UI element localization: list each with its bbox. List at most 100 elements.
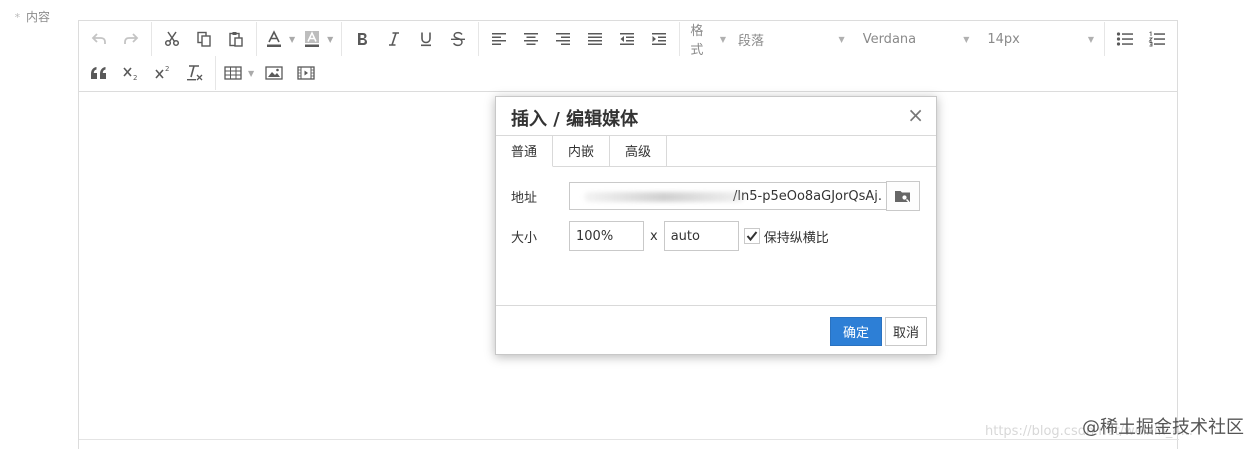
checkmark-icon: [746, 231, 757, 242]
align-right-button[interactable]: [547, 24, 579, 54]
dialog-title: 插入 / 编辑媒体: [511, 109, 639, 130]
required-mark: *: [14, 11, 21, 24]
size-separator: x: [650, 228, 658, 244]
subscript-icon: 2: [123, 67, 137, 81]
watermark-brand: @稀土掘金技术社区: [1082, 417, 1244, 438]
clear-format-icon: [187, 65, 203, 81]
undo-icon: [91, 33, 106, 44]
numbered-list-button[interactable]: [1141, 24, 1173, 54]
superscript-icon: 2: [155, 65, 169, 79]
toolbar-row-1: ▼ ▼ 格式 ▼ 段落 ▼ Verdana ▼ 14px ▼: [79, 22, 1177, 58]
content-field-label: * 内容: [0, 8, 50, 25]
format-caret: ▼: [719, 34, 727, 44]
block-format-value: 段落: [738, 33, 765, 49]
text-color-button[interactable]: ▼: [261, 24, 299, 54]
outdent-icon: [620, 33, 635, 45]
image-icon: [265, 66, 283, 80]
undo-button[interactable]: [83, 24, 115, 54]
italic-icon: [389, 32, 400, 46]
format-menu-button[interactable]: 格式 ▼: [684, 24, 732, 58]
background-color-button[interactable]: ▼: [299, 24, 337, 54]
image-button[interactable]: [258, 58, 290, 88]
history-group: [79, 22, 152, 56]
underline-icon: [421, 32, 432, 47]
font-size-caret: ▼: [1087, 34, 1094, 44]
page: * 内容 ▼ ▼ 格式 ▼ 段落 ▼ Verdana ▼ 14px ▼ 2 2 …: [0, 0, 1256, 449]
editor-toolbar: ▼ ▼ 格式 ▼ 段落 ▼ Verdana ▼ 14px ▼ 2 2 ▼: [79, 21, 1177, 92]
strikethrough-button[interactable]: [442, 24, 474, 54]
align-justify-icon: [588, 33, 603, 45]
paste-button[interactable]: [220, 24, 252, 54]
table-icon: [224, 66, 242, 80]
format-menu-label: 格式: [690, 24, 704, 58]
dialog-tabs: 普通 内嵌 高级: [496, 136, 936, 167]
blockquote-button[interactable]: [83, 58, 115, 88]
blockquote-icon: [91, 67, 106, 79]
height-field[interactable]: auto: [663, 221, 739, 251]
italic-button[interactable]: [378, 24, 410, 54]
text-style-group: [342, 22, 480, 56]
table-caret[interactable]: ▼: [248, 69, 254, 78]
clear-format-button[interactable]: [179, 58, 211, 88]
redo-icon: [124, 33, 139, 44]
bold-button[interactable]: [346, 24, 378, 54]
tab-advanced[interactable]: 高级: [610, 136, 668, 166]
font-family-caret: ▼: [963, 34, 970, 44]
bullet-list-button[interactable]: [1109, 24, 1141, 54]
align-right-icon: [556, 33, 571, 45]
color-group: ▼ ▼: [257, 22, 343, 56]
strikethrough-icon: [451, 31, 466, 47]
keep-ratio-label[interactable]: 保持纵横比: [764, 227, 829, 246]
block-format-select[interactable]: 段落 ▼: [732, 24, 851, 54]
url-label: 地址: [511, 190, 538, 206]
redacted-url-part: [584, 192, 744, 202]
tab-embed[interactable]: 内嵌: [553, 136, 611, 166]
font-size-select[interactable]: 14px ▼: [981, 24, 1100, 54]
background-color-caret[interactable]: ▼: [327, 35, 333, 44]
superscript-button[interactable]: 2: [147, 58, 179, 88]
url-field[interactable]: /ln5-p5eOo8aGJorQsAj.: [569, 182, 887, 210]
media-icon: [297, 66, 315, 80]
outdent-button[interactable]: [611, 24, 643, 54]
table-button[interactable]: ▼: [220, 58, 258, 88]
indent-button[interactable]: [643, 24, 675, 54]
clipboard-group: [152, 22, 257, 56]
copy-button[interactable]: [188, 24, 220, 54]
format-group: 格式 ▼ 段落 ▼ Verdana ▼ 14px ▼: [680, 22, 1104, 58]
toolbar-row-2: 2 2 ▼: [79, 56, 326, 90]
align-group: [479, 22, 681, 56]
close-icon[interactable]: ×: [907, 105, 924, 125]
dialog-header: 插入 / 编辑媒体 ×: [496, 97, 936, 136]
underline-button[interactable]: [410, 24, 442, 54]
numbered-list-icon: [1148, 31, 1165, 47]
text-color-icon: [267, 30, 281, 47]
cut-icon: [164, 31, 180, 47]
size-row: 大小 100% x auto 保持纵横比: [511, 221, 829, 251]
subscript-button[interactable]: 2: [115, 58, 147, 88]
ok-button[interactable]: 确定: [830, 317, 882, 346]
redo-button[interactable]: [115, 24, 147, 54]
font-family-value: Verdana: [862, 31, 917, 47]
align-center-icon: [524, 33, 539, 45]
dialog-footer: 确定 取消: [496, 305, 936, 356]
copy-icon: [197, 31, 211, 47]
font-family-select[interactable]: Verdana ▼: [857, 24, 976, 54]
width-field[interactable]: 100%: [569, 221, 644, 251]
align-left-button[interactable]: [483, 24, 515, 54]
browse-folder-icon: [895, 191, 910, 203]
align-center-button[interactable]: [515, 24, 547, 54]
url-row: 地址 /ln5-p5eOo8aGJorQsAj.: [511, 181, 920, 211]
size-label: 大小: [511, 230, 538, 246]
bold-icon: [358, 33, 368, 45]
svg-text:2: 2: [165, 65, 169, 73]
tab-general[interactable]: 普通: [496, 136, 554, 167]
media-button[interactable]: [290, 58, 322, 88]
align-justify-button[interactable]: [579, 24, 611, 54]
text-color-caret[interactable]: ▼: [289, 35, 295, 44]
cut-button[interactable]: [156, 24, 188, 54]
svg-text:2: 2: [133, 74, 137, 81]
browse-button[interactable]: [886, 181, 920, 211]
font-size-value: 14px: [987, 31, 1020, 47]
cancel-button[interactable]: 取消: [885, 317, 927, 346]
keep-ratio-checkbox[interactable]: [743, 228, 760, 244]
